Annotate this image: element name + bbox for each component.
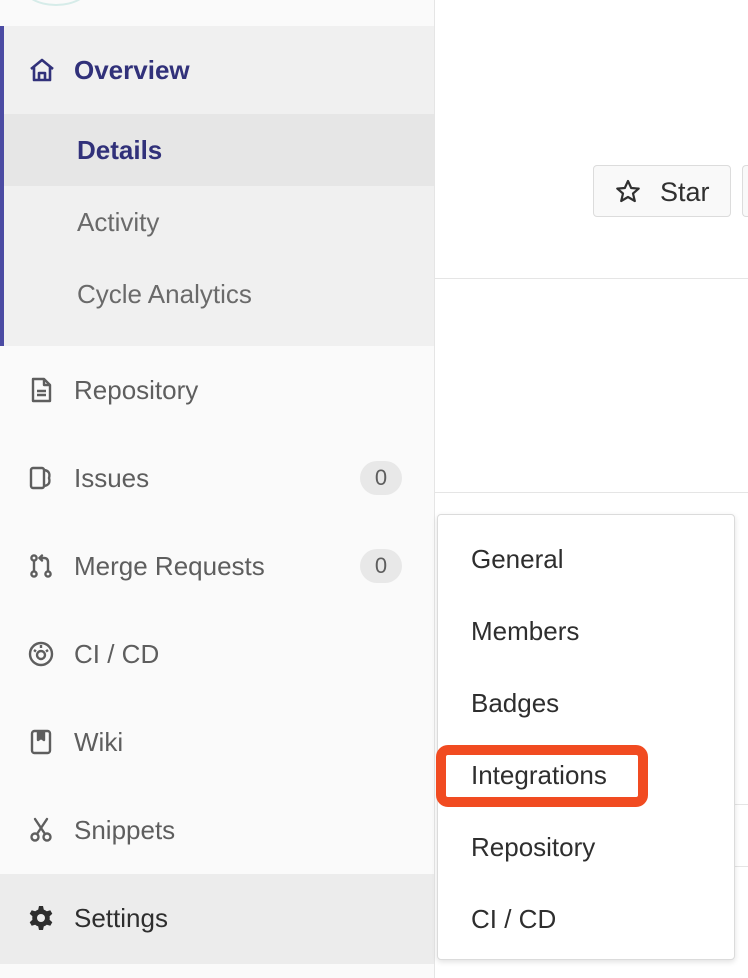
sidebar-item-label: Overview (74, 55, 190, 85)
document-icon (26, 375, 56, 405)
sidebar-item-label: Issues (74, 463, 150, 493)
sidebar-subitem-label: Cycle Analytics (77, 279, 252, 309)
sidebar-item-settings[interactable]: Settings (0, 892, 434, 944)
settings-menu-members[interactable]: Members (471, 616, 579, 647)
sidebar-subitem-label: Activity (77, 207, 160, 237)
sidebar-item-ci-cd[interactable]: CI / CD (0, 628, 434, 680)
gear-icon (26, 903, 56, 933)
settings-dropdown: General Members Badges Integrations Repo… (437, 514, 735, 960)
sidebar-item-label: Repository (74, 375, 199, 405)
sidebar-subitem-label: Details (77, 135, 163, 165)
sidebar-subitem-cycle-analytics[interactable]: Cycle Analytics (0, 268, 434, 320)
sidebar-item-snippets[interactable]: Snippets (0, 804, 434, 856)
sidebar-item-repository[interactable]: Repository (0, 364, 434, 416)
settings-menu-general[interactable]: General (471, 544, 564, 575)
settings-menu-badges[interactable]: Badges (471, 688, 559, 719)
star-button-label: Star (660, 177, 710, 207)
merge-request-icon (26, 551, 56, 581)
scissors-icon (26, 815, 56, 845)
issues-icon (26, 463, 56, 493)
settings-menu-repository[interactable]: Repository (471, 832, 595, 863)
sidebar-item-label: Merge Requests (74, 551, 265, 581)
sidebar-item-label: Settings (74, 903, 168, 933)
integrations-highlight-box (436, 745, 648, 807)
sidebar-subitem-activity[interactable]: Activity (0, 196, 434, 248)
star-count-button[interactable] (742, 165, 748, 217)
project-avatar[interactable] (22, 0, 90, 6)
sidebar-subitem-details[interactable]: Details (0, 124, 434, 176)
content-divider (435, 492, 748, 493)
sidebar-item-label: Wiki (74, 727, 124, 757)
settings-menu-ci-cd[interactable]: CI / CD (471, 904, 556, 935)
issues-count-badge: 0 (360, 461, 402, 495)
home-icon (27, 55, 57, 85)
sidebar-item-issues[interactable]: Issues 0 (0, 452, 434, 504)
sidebar-item-wiki[interactable]: Wiki (0, 716, 434, 768)
sidebar-item-overview[interactable]: Overview (0, 44, 434, 96)
header-divider (435, 278, 748, 279)
sidebar-item-merge-requests[interactable]: Merge Requests 0 (0, 540, 434, 592)
rocket-icon (26, 639, 56, 669)
merge-requests-count-badge: 0 (360, 549, 402, 583)
star-button[interactable]: Star (593, 165, 731, 217)
content-divider (735, 866, 748, 867)
sidebar-item-label: CI / CD (74, 639, 160, 669)
sidebar-header (0, 0, 434, 26)
book-icon (26, 727, 56, 757)
content-divider (735, 804, 748, 805)
star-icon (616, 179, 640, 203)
sidebar-item-label: Snippets (74, 815, 176, 845)
project-sidebar: Overview Details Activity Cycle Analytic… (0, 0, 435, 978)
